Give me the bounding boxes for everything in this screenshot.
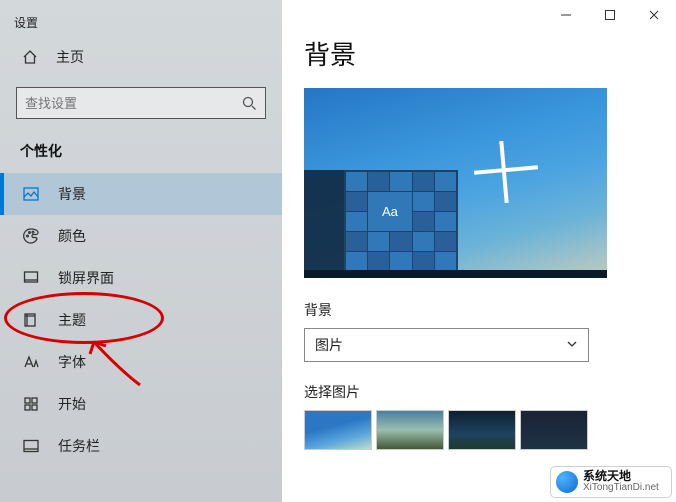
watermark: 系统天地 XiTongTianDi.net <box>550 466 672 498</box>
sidebar-item-label: 背景 <box>58 184 86 204</box>
preview-sample-tile: Aa <box>368 192 411 231</box>
picture-thumb[interactable] <box>520 410 588 450</box>
fonts-icon <box>22 353 40 371</box>
background-label: 背景 <box>304 300 654 320</box>
main-content: 背景 Aa 背景 图片 选择图片 <box>282 0 676 502</box>
themes-icon <box>22 311 40 329</box>
sidebar-item-label: 任务栏 <box>58 436 100 456</box>
app-title: 设置 <box>0 10 282 39</box>
sidebar-item-lockscreen[interactable]: 锁屏界面 <box>0 257 282 299</box>
preview-start-menu: Aa <box>304 170 458 270</box>
sidebar-item-start[interactable]: 开始 <box>0 383 282 425</box>
sidebar-item-label: 开始 <box>58 394 86 414</box>
sidebar-item-colors[interactable]: 颜色 <box>0 215 282 257</box>
picture-icon <box>22 185 40 203</box>
picture-thumb[interactable] <box>376 410 444 450</box>
sidebar-item-label: 颜色 <box>58 226 86 246</box>
choose-picture-label: 选择图片 <box>304 382 654 402</box>
section-header-personalization: 个性化 <box>0 135 282 173</box>
search-input[interactable] <box>25 96 241 111</box>
sidebar: 设置 主页 个性化 背景 颜色 <box>0 0 282 502</box>
picture-thumbnails <box>304 410 654 450</box>
sidebar-item-fonts[interactable]: 字体 <box>0 341 282 383</box>
sidebar-item-label: 字体 <box>58 352 86 372</box>
chevron-down-icon <box>566 337 578 353</box>
minimize-button[interactable] <box>544 0 588 30</box>
watermark-url: XiTongTianDi.net <box>583 483 659 494</box>
watermark-logo-icon <box>556 471 578 493</box>
close-button[interactable] <box>632 0 676 30</box>
search-icon <box>241 95 257 111</box>
background-type-dropdown[interactable]: 图片 <box>304 328 589 362</box>
home-icon <box>22 49 38 65</box>
title-bar <box>282 0 676 30</box>
windows-logo-icon <box>474 141 534 201</box>
sidebar-item-background[interactable]: 背景 <box>0 173 282 215</box>
sidebar-item-taskbar[interactable]: 任务栏 <box>0 425 282 467</box>
dropdown-value: 图片 <box>315 335 343 355</box>
palette-icon <box>22 227 40 245</box>
sidebar-item-themes[interactable]: 主题 <box>0 299 282 341</box>
sidebar-item-label: 锁屏界面 <box>58 268 114 288</box>
taskbar-icon <box>22 437 40 455</box>
start-icon <box>22 395 40 413</box>
search-input-container[interactable] <box>16 87 266 119</box>
home-button[interactable]: 主页 <box>0 39 282 75</box>
home-label: 主页 <box>56 47 84 67</box>
lockscreen-icon <box>22 269 40 287</box>
background-preview: Aa <box>304 88 607 278</box>
picture-thumb[interactable] <box>448 410 516 450</box>
picture-thumb[interactable] <box>304 410 372 450</box>
page-title: 背景 <box>304 35 654 72</box>
sidebar-item-label: 主题 <box>58 310 86 330</box>
maximize-button[interactable] <box>588 0 632 30</box>
